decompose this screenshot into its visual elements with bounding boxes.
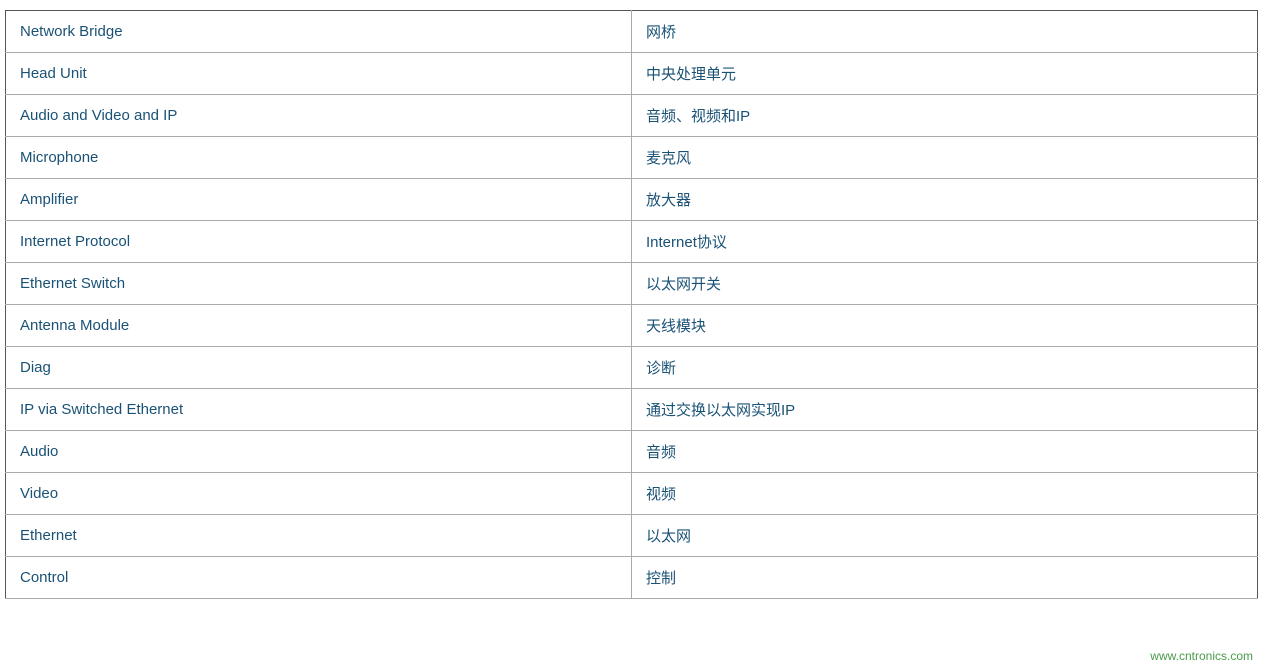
english-term: Amplifier (6, 179, 632, 221)
table-row: Ethernet Switch以太网开关 (6, 263, 1258, 305)
english-term: Network Bridge (6, 11, 632, 53)
chinese-term: 以太网开关 (632, 263, 1258, 305)
chinese-term: 以太网 (632, 515, 1258, 557)
watermark: www.cntronics.com (1150, 649, 1253, 663)
table-row: Audio音频 (6, 431, 1258, 473)
english-term: Audio and Video and IP (6, 95, 632, 137)
table-row: Amplifier放大器 (6, 179, 1258, 221)
table-row: Ethernet以太网 (6, 515, 1258, 557)
english-term: Ethernet Switch (6, 263, 632, 305)
chinese-term: 控制 (632, 557, 1258, 599)
chinese-term: 视频 (632, 473, 1258, 515)
chinese-term: 诊断 (632, 347, 1258, 389)
table-row: Video视频 (6, 473, 1258, 515)
chinese-term: 放大器 (632, 179, 1258, 221)
table-row: Control控制 (6, 557, 1258, 599)
table-row: Audio and Video and IP音频、视频和IP (6, 95, 1258, 137)
table-row: Antenna Module天线模块 (6, 305, 1258, 347)
english-term: Diag (6, 347, 632, 389)
table-row: Diag诊断 (6, 347, 1258, 389)
chinese-term: 网桥 (632, 11, 1258, 53)
chinese-term: 中央处理单元 (632, 53, 1258, 95)
english-term: Internet Protocol (6, 221, 632, 263)
english-term: Head Unit (6, 53, 632, 95)
table-row: Head Unit中央处理单元 (6, 53, 1258, 95)
english-term: IP via Switched Ethernet (6, 389, 632, 431)
chinese-term: 音频 (632, 431, 1258, 473)
translation-table: Network Bridge网桥Head Unit中央处理单元Audio and… (5, 10, 1258, 599)
english-term: Video (6, 473, 632, 515)
table-row: Microphone麦克风 (6, 137, 1258, 179)
english-term: Antenna Module (6, 305, 632, 347)
chinese-term: Internet协议 (632, 221, 1258, 263)
chinese-term: 天线模块 (632, 305, 1258, 347)
table-row: IP via Switched Ethernet通过交换以太网实现IP (6, 389, 1258, 431)
chinese-term: 麦克风 (632, 137, 1258, 179)
chinese-term: 音频、视频和IP (632, 95, 1258, 137)
english-term: Audio (6, 431, 632, 473)
table-row: Network Bridge网桥 (6, 11, 1258, 53)
table-row: Internet ProtocolInternet协议 (6, 221, 1258, 263)
table-container: Network Bridge网桥Head Unit中央处理单元Audio and… (0, 0, 1263, 629)
english-term: Microphone (6, 137, 632, 179)
chinese-term: 通过交换以太网实现IP (632, 389, 1258, 431)
english-term: Control (6, 557, 632, 599)
english-term: Ethernet (6, 515, 632, 557)
